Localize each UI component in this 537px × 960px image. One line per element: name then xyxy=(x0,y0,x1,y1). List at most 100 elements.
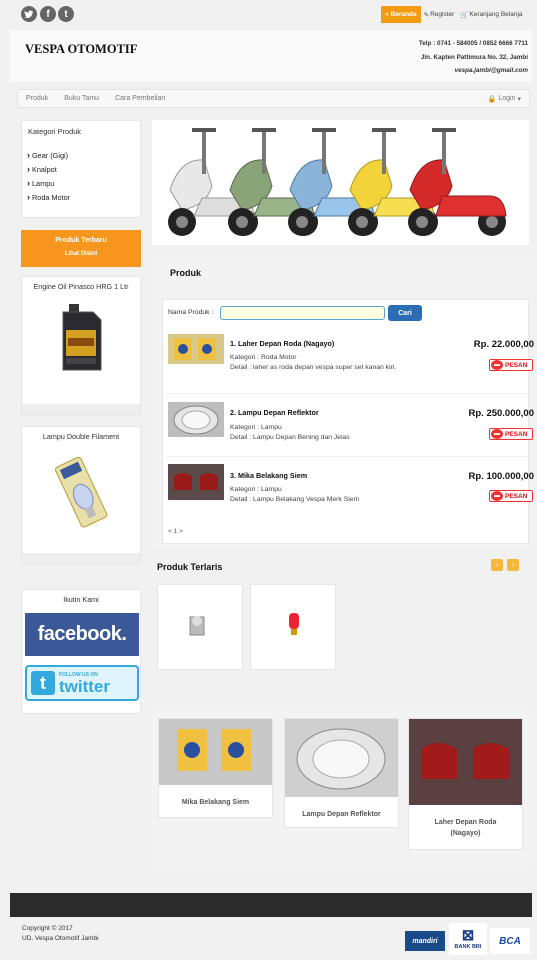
brand-title[interactable]: VESPA OTOMOTIF xyxy=(25,42,137,57)
cart-label: Keranjang Belanja xyxy=(469,11,523,18)
product-card-title: Lampu Double Filament xyxy=(42,432,120,441)
pesan-button[interactable]: ▬ PESAN xyxy=(489,490,533,502)
company-text: UD. Vespa Otomotif Jambi xyxy=(22,934,99,942)
search-label: Nama Produk : xyxy=(168,309,214,316)
facebook-label: facebook. xyxy=(37,623,127,645)
product-name[interactable]: 1. Laher Depan Roda (Nagayo) xyxy=(230,339,334,348)
produk-terbaru-box: Produk Terbaru Lihat Disini xyxy=(21,230,141,267)
kategori-item-gear[interactable]: › Gear (Gigi) xyxy=(27,148,70,162)
footer-bar xyxy=(10,893,532,917)
lampu-double-image xyxy=(55,456,108,528)
pesan-button[interactable]: ▬ PESAN xyxy=(489,428,533,440)
twitter-label: twitter xyxy=(59,676,110,696)
card-footer xyxy=(22,404,140,414)
search-input[interactable] xyxy=(220,306,385,320)
product-kategori: Kategori : Roda Motor xyxy=(230,354,297,361)
bri-mark-icon: ⊠ xyxy=(461,927,475,944)
product-detail: Detail : laher as roda depan vespa super… xyxy=(230,363,397,371)
nav-item-cara-pembelian[interactable]: Cara Pembelian xyxy=(107,95,173,102)
featured-image xyxy=(409,719,522,805)
lock-icon: 🔒 xyxy=(487,95,497,103)
divider xyxy=(165,456,527,457)
chevron-right-icon: › xyxy=(27,192,30,202)
hero-banner xyxy=(152,120,529,245)
chevron-right-icon: › xyxy=(27,150,30,160)
product-card-engine-oil[interactable]: Engine Oil Pinasco HRG 1 Ltr xyxy=(21,276,141,415)
terlaris-item[interactable] xyxy=(250,584,336,670)
bca-label: BCA xyxy=(499,935,521,947)
login-dropdown[interactable]: 🔒 Login ▾ xyxy=(488,95,529,103)
cart-link[interactable]: 🛒 Keranjang Belanja xyxy=(457,11,525,19)
terlaris-image xyxy=(289,613,299,635)
home-icon: « xyxy=(385,11,389,18)
featured-title: Laher Depan Roda (Nagayo) xyxy=(434,819,497,837)
pesan-label: PESAN xyxy=(505,361,528,369)
product-thumb-laher[interactable] xyxy=(168,334,224,364)
tumblr-icon[interactable]: t xyxy=(58,6,74,22)
product-price: Rp. 100.000,00 xyxy=(468,471,535,482)
laher-image xyxy=(174,338,216,360)
edit-icon: ✎ xyxy=(423,11,430,19)
facebook-glyph: f xyxy=(46,8,50,20)
pesan-label: PESAN xyxy=(505,430,528,438)
bri-label: BANK BRI xyxy=(454,944,482,950)
terlaris-item[interactable] xyxy=(157,584,243,670)
divider xyxy=(165,393,527,394)
twitter-button[interactable]: t FOLLOW US ON twitter xyxy=(25,665,139,701)
kategori-title: Kategori Produk xyxy=(28,127,81,136)
kategori-label: Gear (Gigi) xyxy=(32,150,69,160)
lihat-disini-link[interactable]: Lihat Disini xyxy=(21,251,141,257)
product-meta: Kategori : Lampu Detail : Lampu Depan Be… xyxy=(230,423,410,442)
copyright-text: Copyright © 2017 xyxy=(22,925,73,932)
mika-image xyxy=(174,473,218,490)
chevron-right-icon: › xyxy=(27,164,30,174)
register-link[interactable]: ✎ Register xyxy=(421,11,458,19)
prev-arrow-button[interactable]: ‹ xyxy=(491,559,503,571)
product-price: Rp. 250.000,00 xyxy=(468,408,535,419)
pagination[interactable]: < 1 > xyxy=(168,528,183,535)
pesan-button[interactable]: ▬ PESAN xyxy=(489,359,533,371)
ikuti-kami-title: Ikutin Kami xyxy=(63,595,99,604)
kategori-item-lampu[interactable]: › Lampu xyxy=(27,176,70,190)
featured-title: Mika Belakang Siem xyxy=(181,799,250,806)
product-meta: Kategori : Roda Motor Detail : laher as … xyxy=(230,353,410,372)
product-name[interactable]: 3. Mika Belakang Siem xyxy=(230,471,307,480)
engine-oil-image xyxy=(62,304,102,371)
terlaris-image xyxy=(189,616,205,636)
twitter-icon[interactable] xyxy=(21,6,37,22)
vespa-scooters-image xyxy=(168,128,507,236)
next-arrow-button[interactable]: › xyxy=(507,559,519,571)
cart-icon: ▬ xyxy=(491,429,503,439)
product-thumb-mika[interactable] xyxy=(168,464,224,500)
lampu-reflektor-image xyxy=(173,405,219,435)
featured-card-laher[interactable]: Laher Depan Roda (Nagayo) xyxy=(408,718,523,850)
bri-logo: ⊠ BANK BRI xyxy=(449,923,487,955)
nav-item-buku-tamu[interactable]: Buku Tamu xyxy=(56,95,107,102)
product-card-lampu-double[interactable]: Lampu Double Filament xyxy=(21,426,141,564)
kategori-item-roda-motor[interactable]: › Roda Motor xyxy=(27,190,70,204)
produk-title: Produk xyxy=(170,268,202,278)
facebook-icon[interactable]: f xyxy=(40,6,56,22)
product-thumb-lampu-reflektor[interactable] xyxy=(168,402,224,437)
copyright: Copyright © 2017 UD. Vespa Otomotif Jamb… xyxy=(22,924,99,943)
product-kategori: Kategori : Lampu xyxy=(230,486,282,493)
cart-icon: ▬ xyxy=(491,491,503,501)
product-name[interactable]: 2. Lampu Depan Reflektor xyxy=(230,408,319,417)
scooter-red xyxy=(408,128,507,236)
beranda-label: Beranda xyxy=(390,11,417,18)
product-detail: Detail : Lampu Belakang Vespa Merk Siem xyxy=(230,495,360,503)
tumblr-glyph: t xyxy=(64,8,68,20)
beranda-link[interactable]: « Beranda xyxy=(381,6,421,23)
cari-button[interactable]: Cari xyxy=(388,305,422,321)
featured-card-mika[interactable]: Mika Belakang Siem xyxy=(158,718,273,818)
ikuti-kami-box: Ikutin Kami facebook. t FOLLOW US ON twi… xyxy=(21,589,141,714)
kategori-item-knalpot[interactable]: › Knalpot xyxy=(27,162,70,176)
nav-item-produk[interactable]: Produk xyxy=(18,95,56,102)
terlaris-title: Produk Terlaris xyxy=(157,562,223,572)
mandiri-logo: mandiri xyxy=(405,931,445,951)
featured-card-lampu[interactable]: Lampu Depan Reflektor xyxy=(284,718,399,828)
facebook-button[interactable]: facebook. xyxy=(25,613,139,656)
product-price: Rp. 22.000,00 xyxy=(473,339,534,350)
main-nav: Produk Buku Tamu Cara Pembelian 🔒 Login … xyxy=(17,89,530,108)
featured-title: Lampu Depan Reflektor xyxy=(302,811,381,818)
